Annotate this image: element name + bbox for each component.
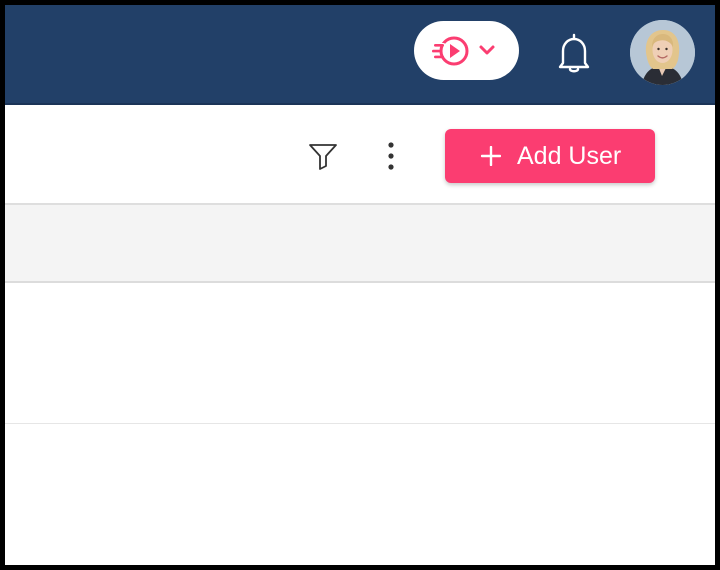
avatar-image (630, 20, 695, 85)
more-vertical-icon[interactable] (379, 141, 403, 173)
bell-icon[interactable] (556, 32, 592, 74)
play-icon (432, 36, 469, 66)
app-window: Add User (5, 5, 715, 565)
chevron-down-icon (479, 45, 495, 55)
add-user-button[interactable]: Add User (445, 129, 655, 183)
top-navigation-bar (5, 5, 715, 105)
user-avatar[interactable] (630, 20, 695, 85)
plus-icon (481, 146, 501, 166)
table-row[interactable] (5, 283, 715, 424)
play-menu-button[interactable] (414, 21, 519, 80)
filter-icon[interactable] (305, 141, 341, 171)
page-toolbar: Add User (5, 105, 715, 205)
table-header (5, 205, 715, 283)
table-row[interactable] (5, 424, 715, 565)
add-user-label: Add User (517, 142, 622, 170)
